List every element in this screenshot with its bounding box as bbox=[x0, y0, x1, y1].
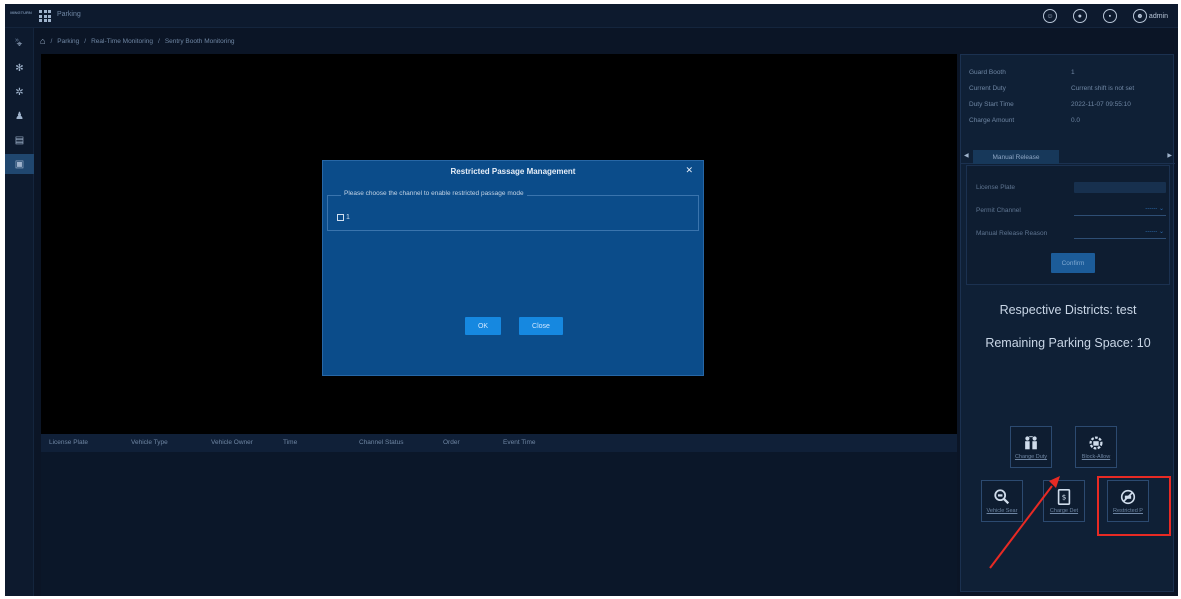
home-icon[interactable]: ⌂ bbox=[40, 36, 45, 46]
ok-button[interactable]: OK bbox=[465, 317, 501, 335]
panel-tabs: ◀ Manual Release ▶ bbox=[961, 150, 1175, 164]
tab-manual-release[interactable]: Manual Release bbox=[973, 150, 1059, 164]
column-header: Time bbox=[283, 439, 298, 446]
sidebar-item-monitoring[interactable]: ▣ bbox=[5, 154, 34, 174]
close-button[interactable]: Close bbox=[519, 317, 563, 335]
column-header: Vehicle Type bbox=[131, 439, 168, 446]
sidebar-item-config[interactable]: ✲ bbox=[5, 82, 34, 102]
logo: MINGTURN bbox=[10, 10, 32, 15]
column-header: Order bbox=[443, 439, 460, 446]
gear-icon: ✻ bbox=[15, 62, 24, 74]
chevron-down-icon: ⌄ bbox=[1158, 206, 1164, 212]
permit-channel-value: ------ bbox=[1145, 206, 1158, 212]
sidebar-item-reports[interactable]: ▤ bbox=[5, 130, 34, 150]
user-menu[interactable]: ☻ admin bbox=[1132, 9, 1168, 23]
info-value: 2022-11-07 09:55:10 bbox=[1071, 101, 1131, 108]
bell-icon[interactable]: ● bbox=[1072, 9, 1087, 23]
tab-next-icon[interactable]: ▶ bbox=[1167, 152, 1172, 159]
top-actions: ☺ ● ▪ ☻ admin bbox=[1042, 9, 1168, 23]
reason-value: ------ bbox=[1145, 229, 1158, 235]
info-value: 1 bbox=[1071, 69, 1075, 76]
charge-detail-label: Charge Det bbox=[1049, 508, 1079, 514]
screen-icon[interactable]: ▪ bbox=[1102, 9, 1117, 23]
change-duty-label: Change Duty bbox=[1014, 454, 1048, 460]
charge-detail-button[interactable]: $ Charge Det bbox=[1043, 480, 1085, 522]
remaining-space-text: Remaining Parking Space: 10 bbox=[985, 336, 1151, 350]
app-window: MINGTURN Parking ☺ ● ▪ ☻ admin ⌖ ✻ ✲ ♟ ▤… bbox=[5, 4, 1178, 596]
chevron-down-icon: ⌄ bbox=[1158, 229, 1164, 235]
top-bar: MINGTURN Parking ☺ ● ▪ ☻ admin bbox=[5, 4, 1178, 28]
column-header: Vehicle Owner bbox=[211, 439, 253, 446]
column-header: License Plate bbox=[49, 439, 89, 446]
annotation-highlight-box bbox=[1097, 476, 1171, 536]
apps-grid-icon[interactable] bbox=[39, 10, 51, 22]
manual-release-form: License Plate Permit Channel ------ ⌄ Ma… bbox=[966, 165, 1170, 285]
username: admin bbox=[1148, 12, 1168, 20]
channel-label: 1 bbox=[346, 214, 350, 221]
sidebar-item-users[interactable]: ♟ bbox=[5, 106, 34, 126]
info-label: Duty Start Time bbox=[969, 101, 1014, 108]
license-plate-label: License Plate bbox=[976, 184, 1016, 191]
vehicle-search-label: Vehicle Sear bbox=[986, 508, 1018, 514]
license-plate-input[interactable] bbox=[1074, 182, 1166, 193]
info-label: Guard Booth bbox=[969, 69, 1006, 76]
breadcrumb-item: Sentry Booth Monitoring bbox=[164, 37, 235, 45]
people-swap-icon bbox=[1025, 436, 1037, 450]
sidebar-item-cameras[interactable]: ⌖ bbox=[5, 34, 34, 54]
gear-car-icon bbox=[1089, 436, 1103, 450]
channel-checkbox[interactable] bbox=[337, 214, 344, 221]
permit-channel-label: Permit Channel bbox=[976, 207, 1021, 214]
close-icon[interactable]: ✕ bbox=[685, 165, 693, 176]
breadcrumb-item[interactable]: Real-Time Monitoring bbox=[91, 38, 153, 45]
column-header: Channel Status bbox=[359, 439, 404, 446]
info-value: Current shift is not set bbox=[1071, 85, 1135, 92]
modal-title: Restricted Passage Management bbox=[450, 166, 576, 176]
column-header: Event Time bbox=[503, 439, 536, 446]
breadcrumb-item[interactable]: Parking bbox=[57, 38, 79, 45]
search-icon bbox=[994, 489, 1010, 505]
collapse-toggle-icon[interactable]: » bbox=[15, 37, 19, 44]
reason-select[interactable]: ------ ⌄ bbox=[1074, 228, 1166, 239]
districts-text: Respective Districts: test bbox=[999, 303, 1137, 317]
info-value: 0.0 bbox=[1071, 117, 1081, 124]
smile-icon[interactable]: ☺ bbox=[1042, 9, 1057, 23]
table-header: License Plate Vehicle Type Vehicle Owner… bbox=[41, 434, 957, 452]
vehicle-search-button[interactable]: Vehicle Sear bbox=[981, 480, 1023, 522]
tab-prev-icon[interactable]: ◀ bbox=[964, 152, 969, 159]
channel-prompt: Please choose the channel to enable rest… bbox=[341, 190, 527, 197]
sidebar: ⌖ ✻ ✲ ♟ ▤ ▣ bbox=[5, 28, 34, 596]
change-duty-button[interactable]: Change Duty bbox=[1010, 426, 1052, 468]
channel-fieldset: Please choose the channel to enable rest… bbox=[327, 190, 699, 231]
info-label: Current Duty bbox=[969, 85, 1006, 92]
modal-header: Restricted Passage Management ✕ bbox=[323, 161, 703, 181]
permit-channel-select[interactable]: ------ ⌄ bbox=[1074, 205, 1166, 216]
info-label: Charge Amount bbox=[969, 117, 1015, 124]
restricted-passage-modal: Restricted Passage Management ✕ Please c… bbox=[322, 160, 704, 376]
records-table: License Plate Vehicle Type Vehicle Owner… bbox=[41, 434, 957, 596]
block-allow-button[interactable]: Block-Allow bbox=[1075, 426, 1117, 468]
svg-text:$: $ bbox=[1062, 493, 1067, 502]
sidebar-item-settings[interactable]: ✻ bbox=[5, 58, 34, 78]
app-name: Parking bbox=[57, 11, 81, 18]
block-allow-label: Block-Allow bbox=[1081, 454, 1111, 460]
avatar-icon: ☻ bbox=[1132, 9, 1147, 23]
users-icon: ♟ bbox=[15, 110, 24, 122]
breadcrumb: ⌂ / Parking / Real-Time Monitoring / Sen… bbox=[40, 36, 235, 46]
monitor-icon: ▣ bbox=[14, 158, 25, 170]
document-icon: ▤ bbox=[14, 134, 25, 146]
confirm-button[interactable]: Confirm bbox=[1051, 253, 1095, 273]
receipt-icon: $ bbox=[1057, 488, 1071, 506]
channel-option[interactable]: 1 bbox=[337, 214, 350, 221]
reason-label: Manual Release Reason bbox=[976, 230, 1048, 237]
cog-icon: ✲ bbox=[15, 86, 24, 98]
